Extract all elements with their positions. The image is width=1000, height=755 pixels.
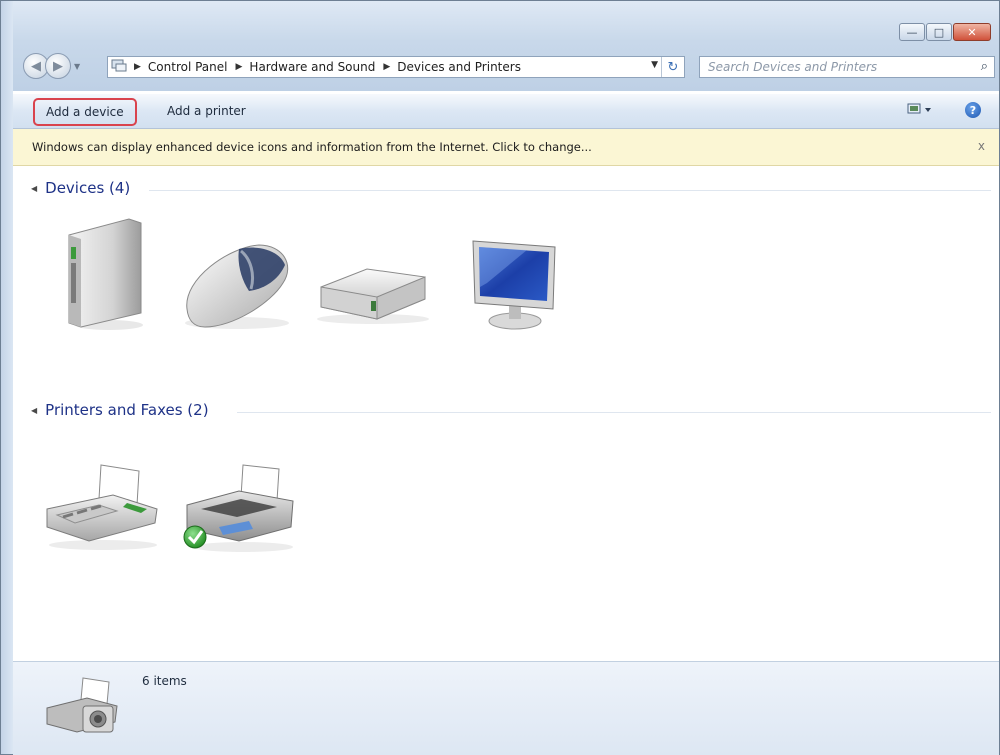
- address-bar[interactable]: ▶ Control Panel ▶ Hardware and Sound ▶ D…: [107, 56, 685, 78]
- change-view-icon[interactable]: [907, 103, 933, 118]
- close-button[interactable]: ✕: [953, 23, 991, 41]
- add-printer-button[interactable]: Add a printer: [159, 101, 254, 121]
- devices-and-printers-icon: [43, 674, 125, 741]
- fax-icon[interactable]: [43, 459, 163, 554]
- info-bar-close-icon[interactable]: x: [978, 139, 985, 153]
- search-input[interactable]: [700, 57, 976, 77]
- printers-group-label: Printers and Faxes (2): [45, 401, 209, 419]
- control-panel-icon: [108, 58, 130, 76]
- explorer-window: — □ ✕ ◀ ▶ ▼ ▶ Control Panel ▶ Hardware a…: [0, 0, 1000, 755]
- caption-buttons: — □ ✕: [899, 23, 991, 41]
- default-printer-icon[interactable]: [179, 461, 299, 556]
- info-bar-message[interactable]: Windows can display enhanced device icon…: [32, 140, 592, 154]
- command-bar: Add a device Add a printer ?: [13, 94, 999, 129]
- devices-group-header[interactable]: ◀ Devices (4): [31, 179, 130, 197]
- monitor-icon[interactable]: [467, 233, 563, 336]
- maximize-button[interactable]: □: [926, 23, 952, 41]
- breadcrumb-hardware-and-sound[interactable]: Hardware and Sound: [249, 60, 375, 74]
- default-check-icon: [183, 525, 207, 549]
- item-count-label: 6 items: [142, 674, 187, 688]
- storage-device-icon[interactable]: [313, 263, 433, 328]
- info-bar[interactable]: Windows can display enhanced device icon…: [13, 129, 999, 166]
- add-device-button[interactable]: Add a device: [33, 98, 137, 126]
- address-dropdown-icon[interactable]: ▼: [651, 60, 658, 70]
- devices-group-label: Devices (4): [45, 179, 131, 197]
- printers-group-header[interactable]: ◀ Printers and Faxes (2): [31, 401, 209, 419]
- collapse-triangle-icon[interactable]: ◀: [31, 184, 37, 193]
- search-icon[interactable]: ⌕: [981, 59, 988, 74]
- devices-group-divider: [149, 190, 991, 191]
- help-button[interactable]: ?: [965, 102, 981, 118]
- navigation-buttons: ◀ ▶ ▼: [23, 53, 80, 79]
- printers-group-divider: [237, 412, 991, 413]
- external-drive-icon[interactable]: [59, 213, 151, 334]
- breadcrumb-devices-and-printers[interactable]: Devices and Printers: [397, 60, 521, 74]
- window-left-border: [1, 1, 13, 754]
- breadcrumb: ▶ Control Panel ▶ Hardware and Sound ▶ D…: [134, 60, 521, 74]
- search-box: ⌕: [699, 56, 995, 78]
- collapse-triangle-icon[interactable]: ◀: [31, 406, 37, 415]
- breadcrumb-control-panel[interactable]: Control Panel: [148, 60, 228, 74]
- recent-pages-dropdown[interactable]: ▼: [74, 62, 80, 71]
- refresh-icon[interactable]: ↻: [661, 57, 684, 77]
- minimize-button[interactable]: —: [899, 23, 925, 41]
- details-pane: 6 items: [13, 661, 999, 755]
- mouse-icon[interactable]: [179, 239, 295, 334]
- forward-arrow-icon[interactable]: ▶: [45, 53, 71, 79]
